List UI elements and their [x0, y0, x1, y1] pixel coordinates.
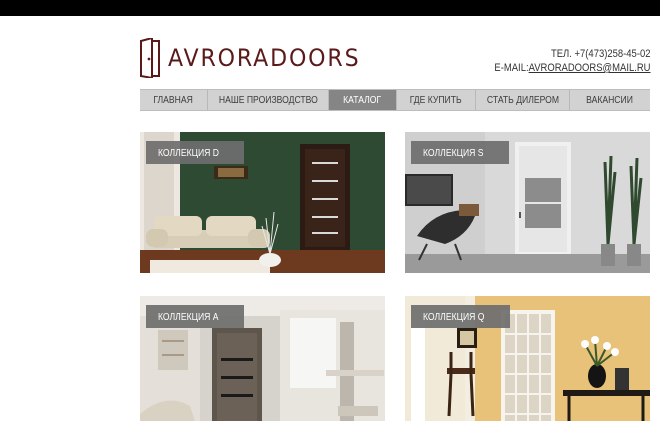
- collection-tile-s[interactable]: КОЛЛЕКЦИЯ S: [405, 132, 650, 273]
- nav-item-become-dealer[interactable]: СТАТЬ ДИЛЕРОМ: [476, 90, 570, 110]
- nav-item-where-to-buy[interactable]: ГДЕ КУПИТЬ: [397, 90, 476, 110]
- nav-item-production[interactable]: НАШЕ ПРОИЗВОДСТВО: [208, 90, 329, 110]
- nav-item-vacancies[interactable]: ВАКАНСИИ: [570, 90, 650, 110]
- email-line: E-MAIL:AVRORADOORS@MAIL.RU: [494, 61, 650, 75]
- contacts: ТЕЛ. +7(473)258-45-02 E-MAIL:AVRORADOORS…: [494, 47, 650, 75]
- collection-label[interactable]: КОЛЛЕКЦИЯ A: [146, 305, 244, 328]
- phone-text: ТЕЛ. +7(473)258-45-02: [550, 48, 650, 60]
- collection-label[interactable]: КОЛЛЕКЦИЯ D: [146, 141, 245, 164]
- collection-label[interactable]: КОЛЛЕКЦИЯ S: [411, 141, 509, 164]
- nav-item-home[interactable]: ГЛАВНАЯ: [140, 90, 208, 110]
- nav-item-label: СТАТЬ ДИЛЕРОМ: [486, 94, 559, 106]
- nav-item-catalog[interactable]: КАТАЛОГ: [329, 90, 397, 110]
- top-bar: [0, 0, 660, 16]
- collection-label-text: КОЛЛЕКЦИЯ D: [158, 146, 219, 159]
- collection-tile-a[interactable]: КОЛЛЕКЦИЯ A: [140, 296, 385, 421]
- logo[interactable]: AVRORADOORS: [140, 37, 377, 79]
- nav-item-label: НАШЕ ПРОИЗВОДСТВО: [218, 94, 318, 106]
- collection-label-text: КОЛЛЕКЦИЯ S: [423, 146, 484, 159]
- collection-label-text: КОЛЛЕКЦИЯ A: [158, 310, 219, 323]
- door-logo-icon: [140, 38, 160, 78]
- nav-item-label: КАТАЛОГ: [343, 94, 382, 106]
- nav-item-label: ВАКАНСИИ: [586, 94, 634, 106]
- nav-item-label: ГДЕ КУПИТЬ: [410, 94, 462, 106]
- main-nav: ГЛАВНАЯ НАШЕ ПРОИЗВОДСТВО КАТАЛОГ ГДЕ КУ…: [140, 89, 650, 111]
- collection-label[interactable]: КОЛЛЕКЦИЯ Q: [411, 305, 510, 328]
- collection-tile-q[interactable]: КОЛЛЕКЦИЯ Q: [405, 296, 650, 421]
- collection-label-text: КОЛЛЕКЦИЯ Q: [423, 310, 485, 323]
- logo-text: AVRORADOORS: [168, 44, 361, 72]
- nav-item-label: ГЛАВНАЯ: [153, 94, 194, 106]
- email-link[interactable]: AVRORADOORS@MAIL.RU: [528, 62, 650, 74]
- email-prefix: E-MAIL:: [493, 62, 529, 74]
- collection-tile-d[interactable]: КОЛЛЕКЦИЯ D: [140, 132, 385, 273]
